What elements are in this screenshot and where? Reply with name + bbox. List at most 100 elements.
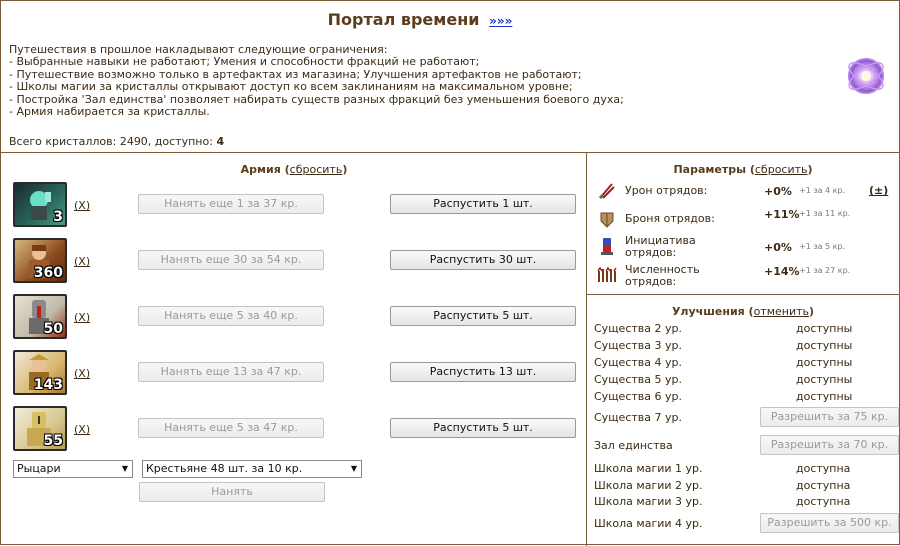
- unit-count: 143: [33, 377, 63, 393]
- upgrades-header: Улучшения (отменить): [671, 305, 815, 318]
- remove-unit-link[interactable]: (X): [74, 311, 90, 324]
- restrictions-text: Путешествия в прошлое накладывают следую…: [9, 43, 829, 119]
- unit-portrait[interactable]: 50: [13, 294, 67, 339]
- param-label: Инициатива отрядов:: [625, 235, 696, 259]
- hire-more-button[interactable]: Нанять еще 1 за 37 кр.: [138, 194, 324, 214]
- unit-portrait[interactable]: 360: [13, 238, 67, 283]
- upgrades-panel: Улучшения (отменить) Существа 2 ур. досту…: [587, 295, 899, 546]
- faction-select[interactable]: Рыцари ▼: [13, 460, 133, 478]
- upgrade-row: Школа магии 2 ур. доступна: [594, 479, 894, 496]
- unit-count: 360: [33, 265, 63, 281]
- param-note: +1 за 5 кр.: [799, 242, 846, 251]
- restriction-line: - Школы магии за кристаллы открывают дос…: [9, 80, 573, 94]
- hire-button[interactable]: Нанять: [139, 482, 325, 502]
- param-row-damage: Урон отрядов: +0% +1 за 4 кр.: [587, 181, 899, 207]
- unit-portrait[interactable]: 143: [13, 350, 67, 395]
- hire-more-button[interactable]: Нанять еще 5 за 47 кр.: [138, 418, 324, 438]
- param-note: +1 за 11 кр.: [799, 209, 851, 218]
- upgrade-status: доступны: [796, 322, 853, 335]
- upgrade-row: Существа 3 ур. доступны: [594, 339, 894, 356]
- upgrade-row: Школа магии 1 ур. доступна: [594, 462, 894, 479]
- dismiss-button[interactable]: Распустить 13 шт.: [390, 362, 576, 382]
- param-note: +1 за 4 кр.: [799, 186, 846, 195]
- chevron-down-icon: ▼: [350, 464, 357, 473]
- upgrade-label: Существа 2 ур.: [594, 322, 682, 335]
- params-header: Параметры (сбросить): [673, 163, 813, 176]
- param-row-quantity: Численность отрядов: +14% +1 за 27 кр.: [587, 263, 899, 289]
- upgrade-row: Зал единства Разрешить за 70 кр.: [594, 435, 899, 456]
- dismiss-button[interactable]: Распустить 30 шт.: [390, 250, 576, 270]
- page-title: Портал времени »»»: [1, 10, 839, 29]
- army-unit-row: 50 (X) Нанять еще 5 за 40 кр. Распустить…: [13, 294, 583, 342]
- unit-portrait[interactable]: 3: [13, 182, 67, 227]
- param-row-armor: Броня отрядов: +11% +1 за 11 кр.: [587, 207, 899, 233]
- params-reset-link[interactable]: сбросить: [755, 163, 808, 176]
- crystals-available: 4: [216, 135, 225, 148]
- hire-more-button[interactable]: Нанять еще 13 за 47 кр.: [138, 362, 324, 382]
- army-unit-row: 360 (X) Нанять еще 30 за 54 кр. Распусти…: [13, 238, 583, 286]
- remove-unit-link[interactable]: (X): [74, 367, 90, 380]
- upgrade-label: Школа магии 4 ур.: [594, 517, 703, 530]
- upgrade-row: Школа магии 3 ур. доступна: [594, 495, 894, 512]
- upgrade-row: Существа 7 ур. Разрешить за 75 кр.: [594, 407, 899, 428]
- upgrade-row: Существа 6 ур. доступны: [594, 390, 894, 407]
- param-value: +11%: [764, 208, 800, 221]
- upgrade-status: доступны: [796, 356, 853, 369]
- crystals-label: Всего кристаллов: 2490, доступно:: [9, 135, 213, 148]
- upgrade-label: Школа магии 3 ур.: [594, 495, 703, 508]
- upgrade-status: доступны: [796, 390, 853, 403]
- armor-icon: [600, 212, 614, 228]
- allow-upgrade-button[interactable]: Разрешить за 500 кр.: [760, 513, 899, 533]
- upgrade-label: Школа магии 1 ур.: [594, 462, 703, 475]
- upgrade-row: Существа 2 ур. доступны: [594, 322, 894, 339]
- upgrades-cancel-link[interactable]: отменить: [754, 305, 809, 318]
- upgrade-status: доступны: [796, 373, 853, 386]
- army-unit-row: 55 (X) Нанять еще 5 за 47 кр. Распустить…: [13, 406, 583, 454]
- army-unit-row: 143 (X) Нанять еще 13 за 47 кр. Распусти…: [13, 350, 583, 398]
- unit-count: 50: [43, 321, 63, 337]
- upgrade-label: Существа 7 ур.: [594, 411, 682, 424]
- upgrade-status: доступна: [796, 495, 851, 508]
- param-label-line: отрядов:: [625, 246, 677, 259]
- unit-portrait[interactable]: 55: [13, 406, 67, 451]
- params-title: Параметры: [673, 163, 747, 176]
- upgrade-label: Зал единства: [594, 439, 673, 452]
- army-header: Армия (сбросить): [240, 163, 348, 176]
- dismiss-button[interactable]: Распустить 5 шт.: [390, 306, 576, 326]
- dismiss-button[interactable]: Распустить 5 шт.: [390, 418, 576, 438]
- upgrade-label: Существа 5 ур.: [594, 373, 682, 386]
- param-label: Численность отрядов:: [625, 264, 700, 288]
- upgrade-row: Существа 4 ур. доступны: [594, 356, 894, 373]
- unit-select[interactable]: Крестьяне 48 шт. за 10 кр. ▼: [142, 460, 362, 478]
- param-label: Броня отрядов:: [625, 212, 715, 225]
- parameters-panel: Параметры (сбросить) (±) Урон отрядов: +…: [587, 153, 899, 295]
- dismiss-button[interactable]: Распустить 1 шт.: [390, 194, 576, 214]
- upgrade-status: доступна: [796, 479, 851, 492]
- restriction-line: - Армия набирается за кристаллы.: [9, 105, 210, 119]
- unit-count: 55: [43, 433, 63, 449]
- hire-more-button[interactable]: Нанять еще 30 за 54 кр.: [138, 250, 324, 270]
- time-portal-icon: [848, 58, 884, 94]
- param-row-initiative: Инициатива отрядов: +0% +1 за 5 кр.: [587, 234, 899, 260]
- param-label: Урон отрядов:: [625, 184, 708, 197]
- more-link[interactable]: »»»: [489, 14, 512, 28]
- faction-select-value: Рыцари: [17, 462, 61, 475]
- remove-unit-link[interactable]: (X): [74, 199, 90, 212]
- title-text: Портал времени: [327, 10, 480, 29]
- upgrade-label: Существа 6 ур.: [594, 390, 682, 403]
- hire-more-button[interactable]: Нанять еще 5 за 40 кр.: [138, 306, 324, 326]
- unit-select-value: Крестьяне 48 шт. за 10 кр.: [146, 462, 303, 475]
- allow-upgrade-button[interactable]: Разрешить за 70 кр.: [760, 435, 899, 455]
- army-panel: Армия (сбросить) 3 (X) Нанять еще 1 за 3…: [1, 153, 587, 546]
- remove-unit-link[interactable]: (X): [74, 423, 90, 436]
- upgrade-label: Школа магии 2 ур.: [594, 479, 703, 492]
- upgrade-status: доступна: [796, 462, 851, 475]
- portal-window: Портал времени »»» Путешествия в прошлое…: [0, 0, 900, 546]
- army-reset-link[interactable]: сбросить: [290, 163, 343, 176]
- quantity-icon: [597, 266, 617, 282]
- param-note: +1 за 27 кр.: [799, 266, 851, 275]
- initiative-icon: [601, 238, 613, 255]
- chevron-down-icon: ▼: [121, 464, 128, 473]
- allow-upgrade-button[interactable]: Разрешить за 75 кр.: [760, 407, 899, 427]
- remove-unit-link[interactable]: (X): [74, 255, 90, 268]
